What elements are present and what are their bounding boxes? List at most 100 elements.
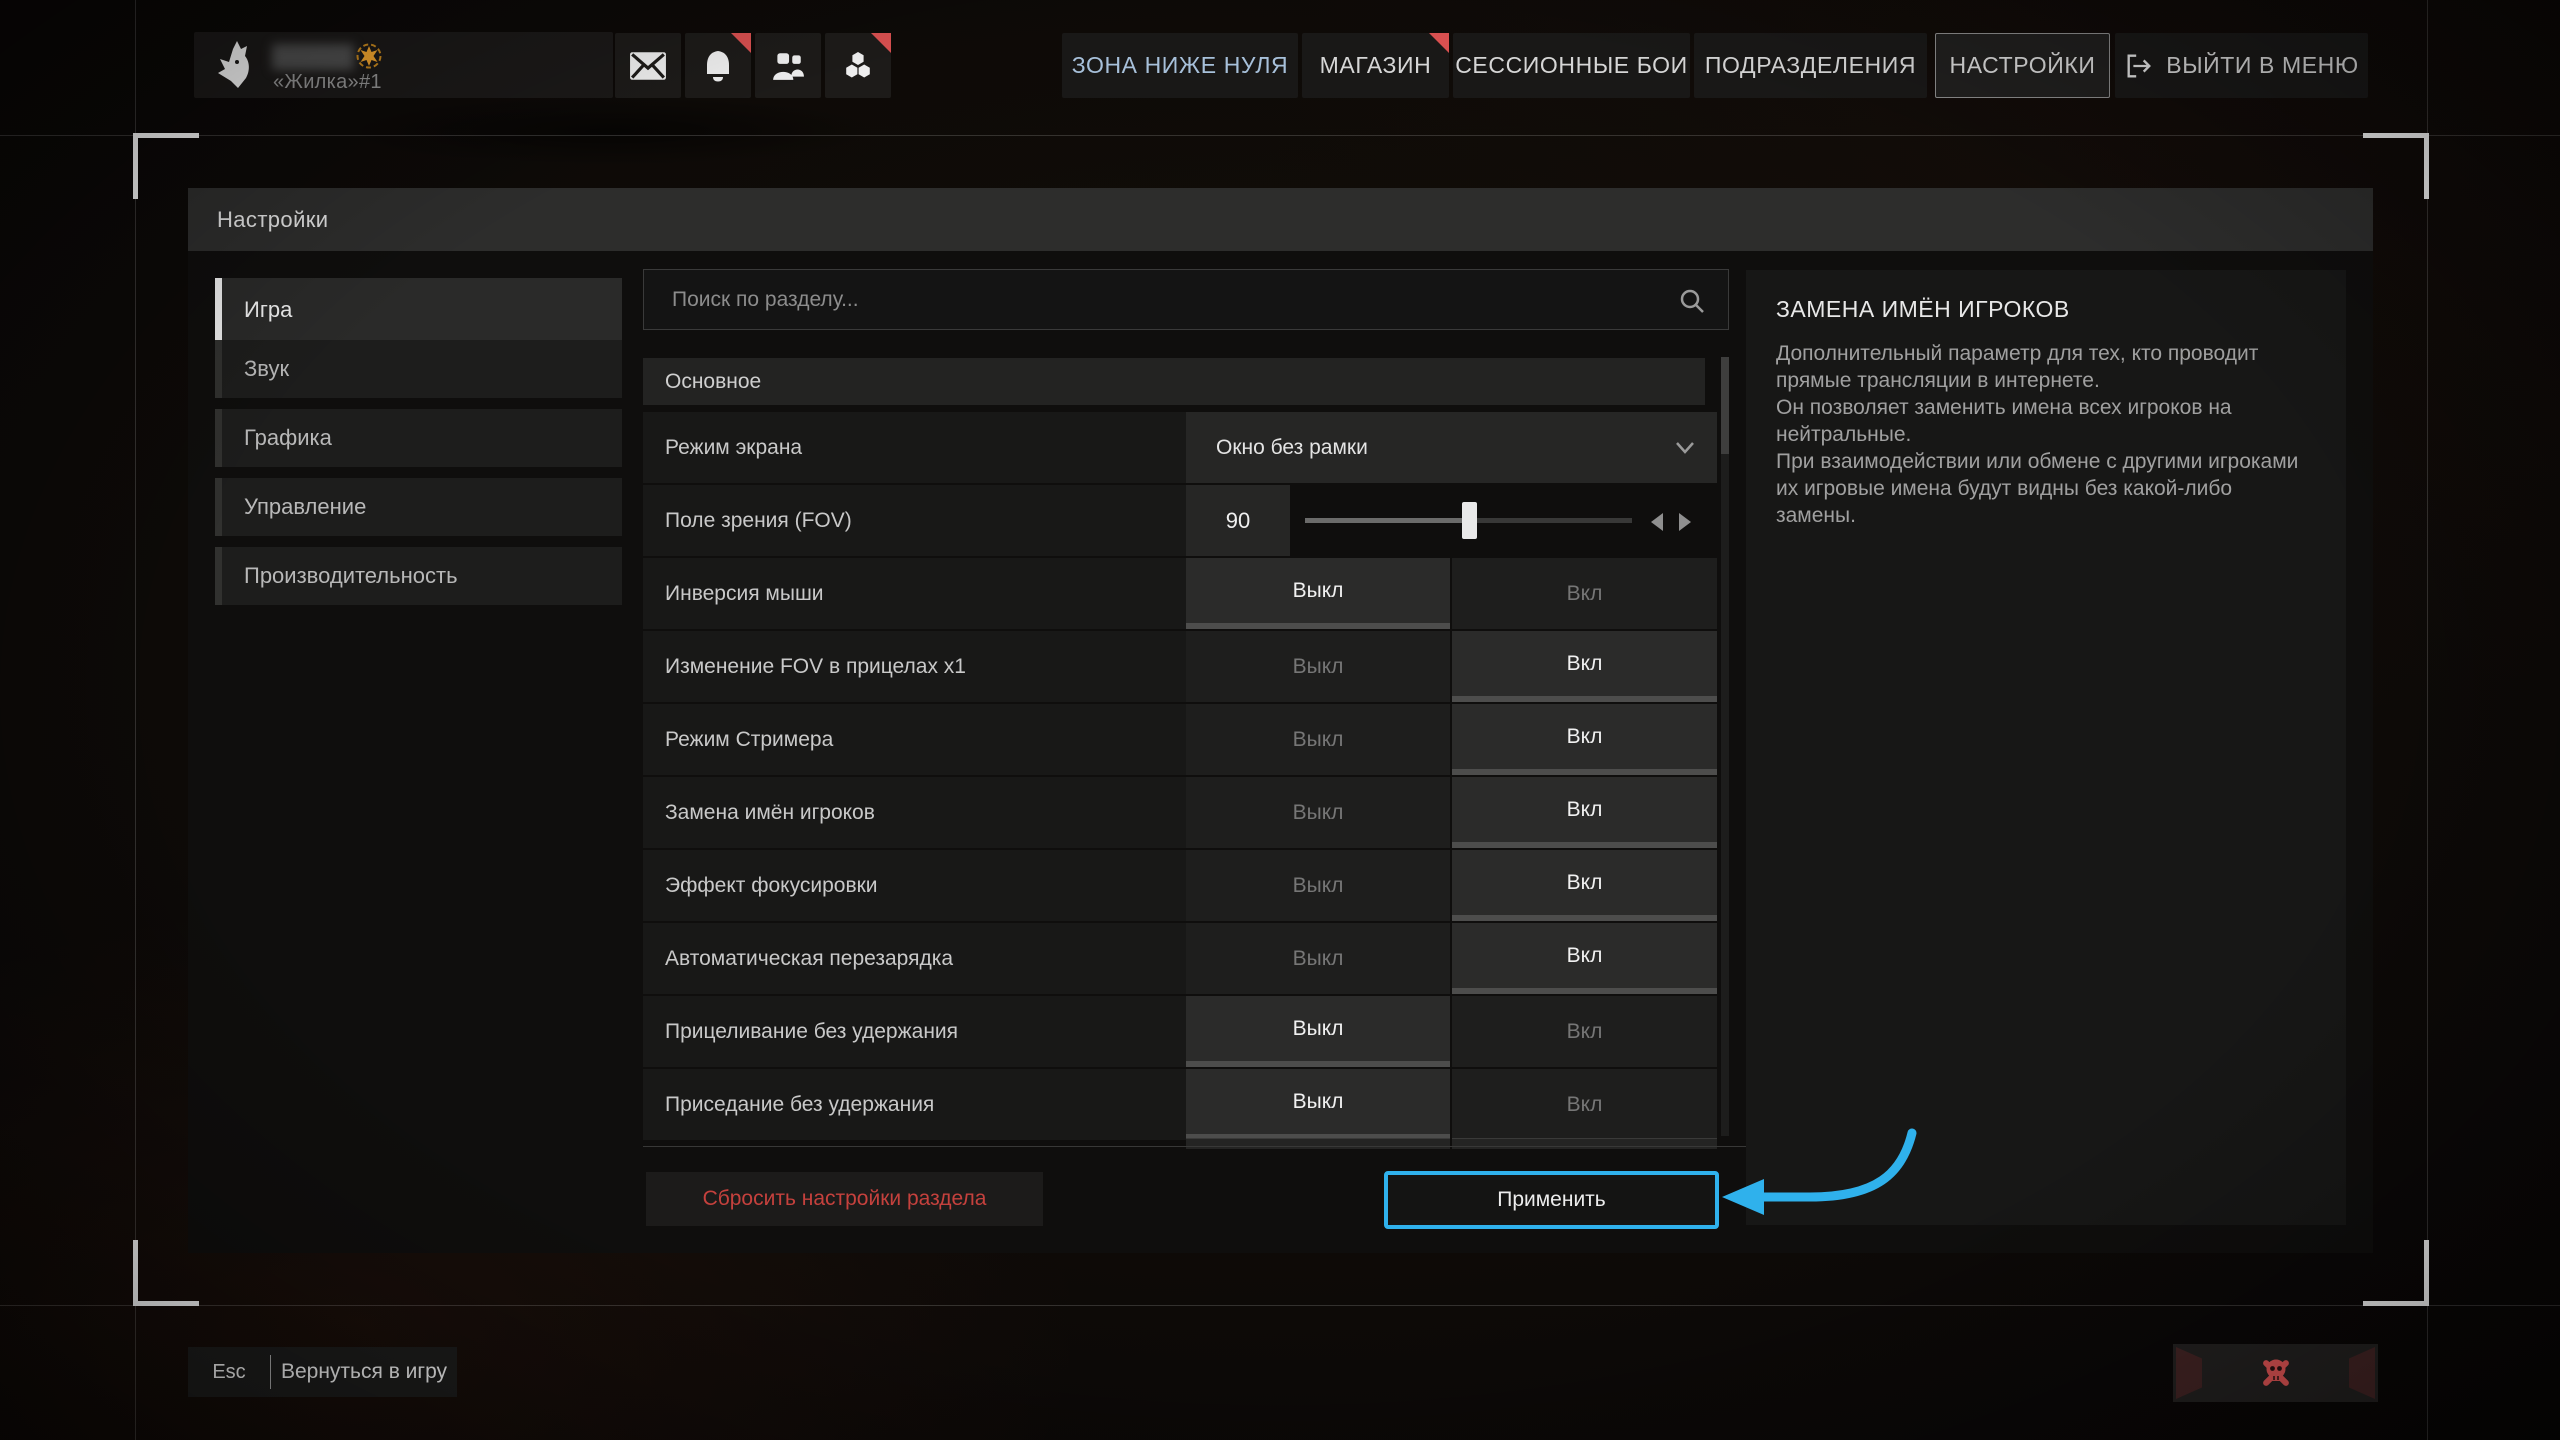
toggle-on-button[interactable]: Вкл [1452,996,1717,1067]
dropdown-select[interactable]: Окно без рамки [1186,412,1717,483]
tab-1[interactable]: ЗОНА НИЖЕ НУЛЯ [1062,33,1298,98]
reset-button-label: Сбросить настройки раздела [703,1187,987,1211]
active-indicator-bar [215,547,222,605]
settings-row: Эффект фокусировки Выкл Вкл [643,850,1717,921]
reset-section-button[interactable]: Сбросить настройки раздела [646,1172,1043,1226]
sidebar-item[interactable]: Производительность [215,547,622,605]
settings-row: Режим экрана Окно без рамки [643,412,1717,483]
tab-5[interactable]: НАСТРОЙКИ [1935,33,2110,98]
setting-label: Эффект фокусировки [643,850,1186,921]
notification-badge [871,33,891,53]
mail-button[interactable] [615,33,681,98]
tab-2[interactable]: МАГАЗИН [1302,33,1449,98]
tab-label: СЕССИОННЫЕ БОИ [1455,52,1688,79]
sidebar-item-label: Производительность [222,563,458,589]
mail-icon [629,51,667,81]
friends-icon [771,51,805,81]
wolf-head-icon [210,40,254,90]
toggle-off-button[interactable]: Выкл [1186,558,1450,629]
setting-label: Режим Стримера [643,704,1186,775]
notifications-button[interactable] [685,33,751,98]
return-to-game-button[interactable]: Esc Вернуться в игру [188,1347,457,1397]
search-input[interactable] [644,270,1728,329]
info-panel: ЗАМЕНА ИМЁН ИГРОКОВ Дополнительный парам… [1746,270,2346,1225]
gold-star-emblem-icon [356,43,382,69]
active-indicator-bar [215,409,222,467]
settings-row: Прицеливание без удержания Выкл Вкл [643,996,1717,1067]
return-to-game-label: Вернуться в игру [271,1360,457,1384]
apply-button-highlight[interactable]: Применить [1384,1171,1719,1229]
active-indicator-bar [215,278,222,341]
danger-skull-button[interactable] [2173,1344,2378,1402]
active-indicator-bar [215,478,222,536]
exit-icon [2124,50,2154,82]
tab-label: НАСТРОЙКИ [1950,52,2096,79]
tab-label: ЗОНА НИЖЕ НУЛЯ [1072,52,1289,79]
setting-label: Прицеливание без удержания [643,996,1186,1067]
bevel-right [2349,1347,2375,1399]
sidebar-item[interactable]: Управление [215,478,622,536]
toggle-on-button[interactable]: Вкл [1452,1069,1717,1140]
tab-6[interactable]: ВЫЙТИ В МЕНЮ [2115,33,2368,98]
sidebar-item-label: Звук [222,356,289,382]
toggle-on-button[interactable]: Вкл [1452,631,1717,702]
tab-label: ПОДРАЗДЕЛЕНИЯ [1705,52,1916,79]
setting-label: Изменение FOV в прицелах x1 [643,631,1186,702]
slider-handle[interactable] [1462,502,1477,539]
toggle-on-button[interactable]: Вкл [1452,777,1717,848]
squad-button[interactable] [825,33,891,98]
frame-line-top [0,135,2560,136]
scrollbar-thumb[interactable] [1721,357,1729,454]
notification-badge [731,33,751,53]
toggle-off-button[interactable]: Выкл [1186,1069,1450,1140]
player-name-redacted [272,44,354,70]
slider-track[interactable] [1305,518,1632,523]
toggle-on-button[interactable]: Вкл [1452,923,1717,994]
settings-row: Приседание без удержания Выкл Вкл [643,1069,1717,1140]
toggle-on-button[interactable]: Вкл [1452,704,1717,775]
tab-3[interactable]: СЕССИОННЫЕ БОИ [1453,33,1690,98]
setting-label: Поле зрения (FOV) [643,485,1186,556]
sidebar-item-label: Графика [222,425,332,451]
toggle-off-button[interactable]: Выкл [1186,996,1450,1067]
esc-key-label: Esc [188,1361,270,1384]
toggle-off-button[interactable]: Выкл [1186,704,1450,775]
sidebar-item-label: Игра [222,297,292,323]
dropdown-value: Окно без рамки [1216,436,1368,460]
setting-label: Автоматическая перезарядка [643,923,1186,994]
friends-button[interactable] [755,33,821,98]
frame-line-left [135,0,136,1440]
search-icon [1678,287,1706,315]
cutoff-row [643,1138,1717,1149]
player-card[interactable]: «Жилка»#1 [194,32,613,98]
toggle-off-button[interactable]: Выкл [1186,850,1450,921]
toggle-off-button[interactable]: Выкл [1186,777,1450,848]
info-panel-title: ЗАМЕНА ИМЁН ИГРОКОВ [1776,296,2070,323]
toggle-off-button[interactable]: Выкл [1186,923,1450,994]
toggle-on-button[interactable]: Вкл [1452,850,1717,921]
bevel-left [2176,1347,2202,1399]
settings-scrollbar[interactable] [1721,357,1729,1136]
setting-label: Режим экрана [643,412,1186,483]
bell-icon [702,49,734,83]
toggle-on-button[interactable]: Вкл [1452,558,1717,629]
setting-label: Приседание без удержания [643,1069,1186,1140]
info-panel-body: Дополнительный параметр для тех, кто про… [1776,340,2316,529]
tab-label: ВЫЙТИ В МЕНЮ [2166,52,2358,79]
tab-label: МАГАЗИН [1320,52,1432,79]
slider-decrease-arrow[interactable] [1650,512,1664,532]
setting-label: Замена имён игроков [643,777,1186,848]
cutoff-toggle [1186,1138,1450,1149]
slider-increase-arrow[interactable] [1678,512,1692,532]
frame-line-right [2427,0,2428,1440]
sidebar-item[interactable]: Игра [215,278,622,341]
settings-row: Замена имён игроков Выкл Вкл [643,777,1717,848]
settings-row: Поле зрения (FOV) 90 [643,485,1717,556]
sidebar-item[interactable]: Звук [215,340,622,398]
shadow-smudge [330,96,890,166]
frame-line-bottom [0,1305,2560,1306]
settings-row: Инверсия мыши Выкл Вкл [643,558,1717,629]
toggle-off-button[interactable]: Выкл [1186,631,1450,702]
tab-4[interactable]: ПОДРАЗДЕЛЕНИЯ [1694,33,1927,98]
sidebar-item[interactable]: Графика [215,409,622,467]
